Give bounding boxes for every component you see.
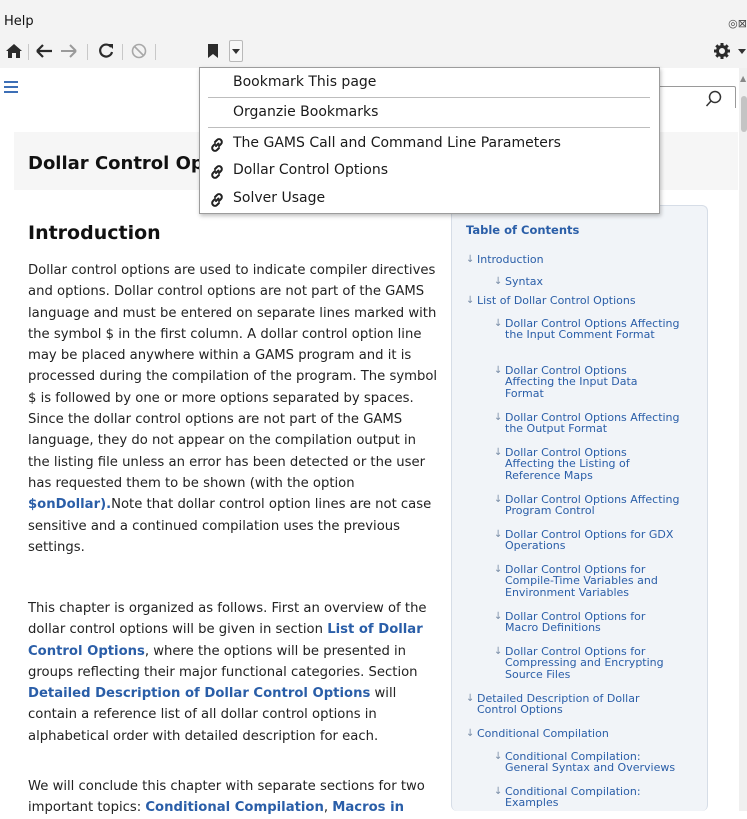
toolbar-separator <box>122 44 123 60</box>
toc-item[interactable]: ↓ Detailed Description of Dollar Control … <box>466 693 677 716</box>
link-ondollar[interactable]: $onDollar). <box>28 497 111 512</box>
toolbar-separator <box>155 44 156 60</box>
stop-icon[interactable] <box>128 40 150 62</box>
bookmark-menu: Bookmark This page Organzie Bookmarks Th… <box>199 67 660 214</box>
arrow-down-icon: ↓ <box>466 693 475 704</box>
menu-item-organize-bookmarks[interactable]: Organzie Bookmarks <box>200 101 659 125</box>
toc-title: Table of Contents <box>466 223 580 237</box>
arrow-down-icon: ↓ <box>494 751 503 762</box>
menu-item-bookmark[interactable]: The GAMS Call and Command Line Parameter… <box>200 132 659 156</box>
arrow-down-icon: ↓ <box>494 276 503 287</box>
arrow-down-icon: ↓ <box>494 318 503 329</box>
toc-item[interactable]: ↓ List of Dollar Control Options <box>466 295 697 306</box>
toc-item[interactable]: ↓ Dollar Control Options for Compile-Time… <box>494 564 680 598</box>
arrow-down-icon: ↓ <box>494 412 503 423</box>
toc-item[interactable]: ↓ Introduction <box>466 254 697 265</box>
link-icon <box>209 192 225 212</box>
toc-item[interactable]: ↓ Dollar Control Options for GDX Operatio… <box>494 529 700 552</box>
paragraph-text: Dollar control options are used to indic… <box>28 263 438 491</box>
arrow-down-icon: ↓ <box>494 786 503 797</box>
toc-item[interactable]: ↓ Dollar Control Options Affecting the In… <box>494 365 670 399</box>
toc-item[interactable]: ↓ Conditional Compilation: General Syntax… <box>494 751 685 774</box>
arrow-down-icon: ↓ <box>494 611 503 622</box>
toc-item[interactable]: ↓ Syntax <box>494 276 700 287</box>
reload-icon[interactable] <box>95 40 117 62</box>
chevron-down-icon <box>738 48 746 54</box>
arrow-down-icon: ↓ <box>494 646 503 657</box>
toolbar-separator <box>87 44 88 60</box>
toc-item[interactable]: ↓ Conditional Compilation: Examples <box>494 786 665 809</box>
menu-separator <box>208 97 650 98</box>
scrollbar[interactable] <box>739 68 747 811</box>
arrow-down-icon: ↓ <box>494 529 503 540</box>
arrow-down-icon: ↓ <box>466 295 475 306</box>
toolbar-separator <box>28 44 29 60</box>
link-detailed-description[interactable]: Detailed Description of Dollar Control O… <box>28 686 370 701</box>
arrow-down-icon: ↓ <box>494 564 503 575</box>
window-title: Help <box>4 14 34 29</box>
arrow-down-icon: ↓ <box>494 447 503 458</box>
toc-item[interactable]: ↓ Conditional Compilation <box>466 728 697 739</box>
menu-item-bookmark[interactable]: Solver Usage <box>200 187 659 211</box>
home-icon[interactable] <box>4 40 24 62</box>
arrow-down-icon: ↓ <box>494 365 503 376</box>
settings-button[interactable] <box>714 40 746 62</box>
arrow-down-icon: ↓ <box>466 728 475 739</box>
menu-item-bookmark[interactable]: Dollar Control Options <box>200 159 659 183</box>
bookmark-dropdown-button[interactable] <box>229 40 243 62</box>
window-titlebar: Help ◎⊠ <box>0 0 747 34</box>
link-icon <box>209 164 225 184</box>
chevron-down-icon <box>232 48 240 54</box>
toc-item[interactable]: ↓ Dollar Control Options Affecting the Li… <box>494 447 660 481</box>
arrow-down-icon: ↓ <box>466 254 475 265</box>
toc-item[interactable]: ↓ Dollar Control Options for Macro Defini… <box>494 611 670 634</box>
link-macros[interactable]: Macros in <box>332 800 404 815</box>
intro-paragraph-3: We will conclude this chapter with separ… <box>28 776 438 819</box>
arrow-down-icon: ↓ <box>494 494 503 505</box>
back-arrow-icon[interactable] <box>33 40 55 62</box>
toc-item[interactable]: ↓ Dollar Control Options Affecting Progra… <box>494 494 690 517</box>
scrollbar-thumb[interactable] <box>741 96 747 132</box>
window-controls[interactable]: ◎⊠ <box>728 17 747 30</box>
toc-item[interactable]: ↓ Dollar Control Options for Compressing … <box>494 646 690 680</box>
section-heading-introduction: Introduction <box>28 222 161 244</box>
gear-icon <box>714 43 730 59</box>
menu-separator <box>208 127 650 128</box>
menu-icon[interactable] <box>4 81 18 96</box>
toc-item[interactable]: ↓ Dollar Control Options Affecting the Ou… <box>494 412 690 435</box>
link-conditional-compilation[interactable]: Conditional Compilation <box>145 800 324 815</box>
intro-paragraph-1: Dollar control options are used to indic… <box>28 260 438 558</box>
intro-paragraph-2: This chapter is organized as follows. Fi… <box>28 598 438 747</box>
scroll-up-icon[interactable]: ▲ <box>740 74 746 83</box>
toc-item[interactable]: ↓ Dollar Control Options Affecting the In… <box>494 318 690 341</box>
forward-arrow-icon[interactable] <box>58 40 80 62</box>
menu-item-bookmark-this-page[interactable]: Bookmark This page <box>200 71 659 95</box>
link-icon <box>209 137 225 157</box>
bookmark-icon[interactable] <box>203 40 223 62</box>
